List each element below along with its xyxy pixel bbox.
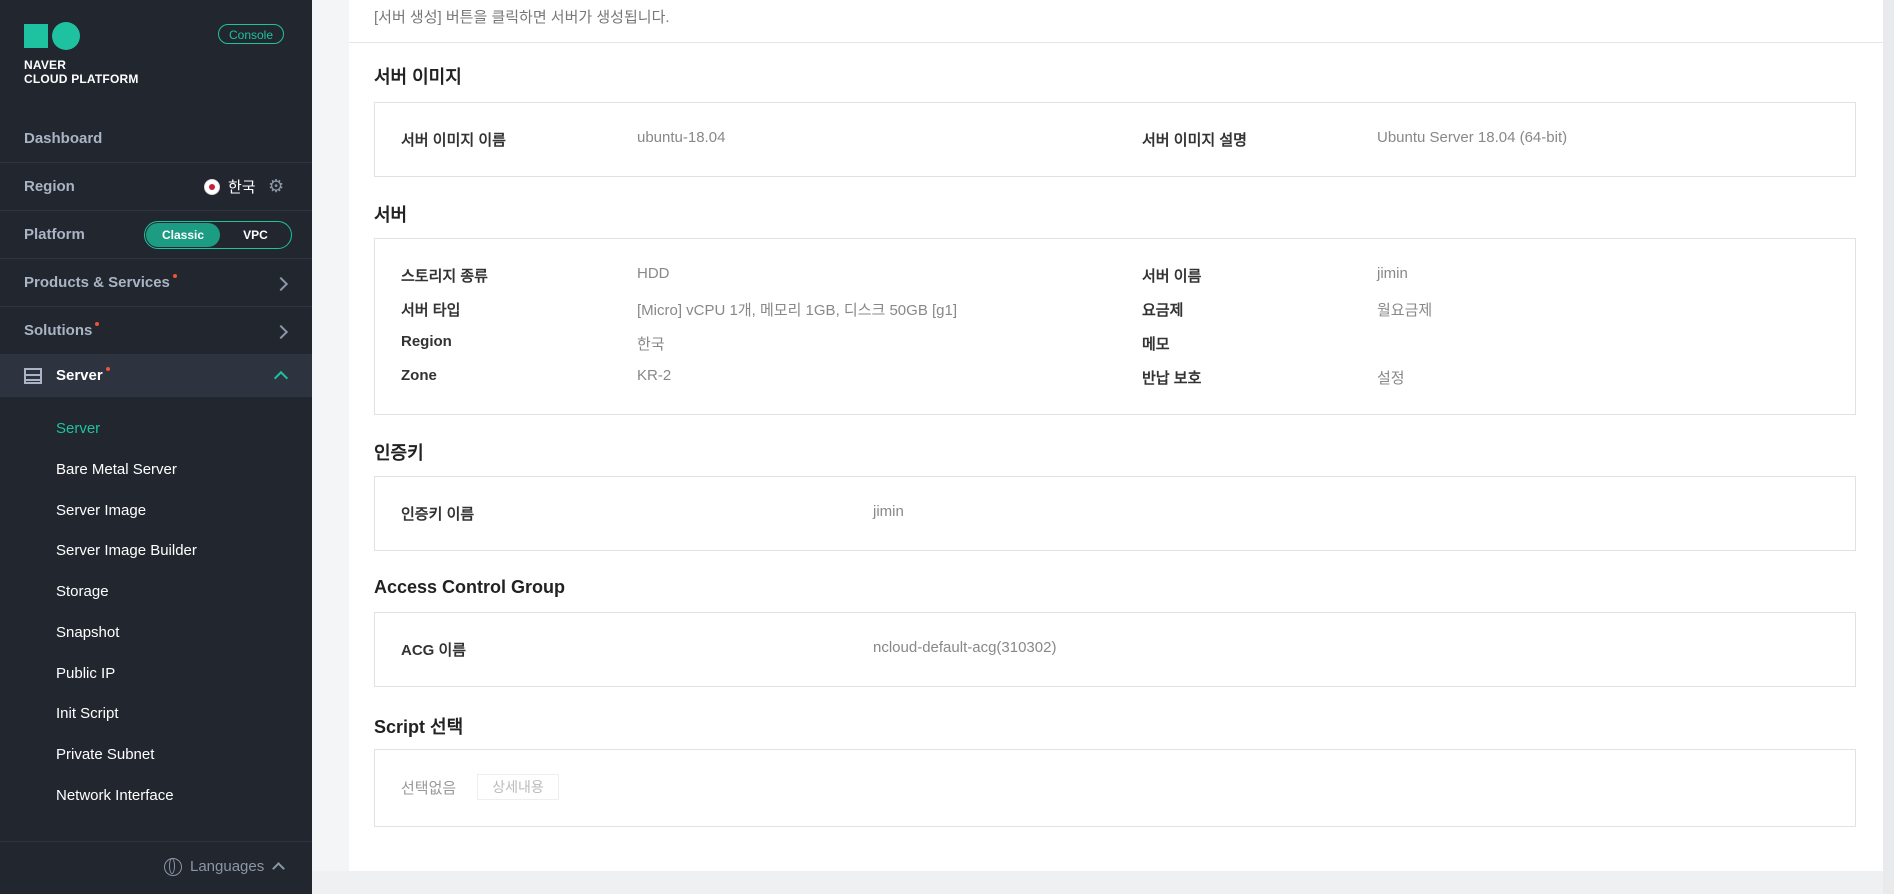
storage-type-value: HDD <box>637 265 670 282</box>
server-type-label: 서버 타입 <box>401 302 461 319</box>
sidebar-item-server[interactable]: Server <box>0 355 312 397</box>
gear-icon[interactable]: ⚙ <box>268 176 284 197</box>
server-image-desc-label: 서버 이미지 설명 <box>1142 132 1247 149</box>
sidebar-item-solutions[interactable]: Solutions <box>0 307 312 355</box>
chevron-up-icon <box>272 862 285 875</box>
sidebar-subitem-public-ip[interactable]: Public IP <box>56 665 115 682</box>
logo-mark <box>24 22 139 50</box>
sidebar-subitem-server[interactable]: Server <box>56 420 100 437</box>
acg-name-label: ACG 이름 <box>401 642 467 659</box>
script-box: 선택없음 상세내용 <box>374 749 1856 827</box>
platform-option-classic[interactable]: Classic <box>146 222 220 247</box>
server-group-label: Server <box>56 367 103 384</box>
auth-key-name-value: jimin <box>873 503 904 520</box>
script-selection-value: 선택없음 <box>401 780 457 797</box>
divider <box>349 42 1883 43</box>
chevron-up-icon <box>273 370 289 386</box>
sidebar: NAVER CLOUD PLATFORM Console Dashboard R… <box>0 0 312 894</box>
section-title-script: Script 선택 <box>374 717 464 737</box>
auth-key-name-label: 인증키 이름 <box>401 506 475 523</box>
sidebar-subitem-private-subnet[interactable]: Private Subnet <box>56 746 154 763</box>
region-field-label: Region <box>401 333 452 350</box>
languages-bar[interactable]: Languages <box>0 841 312 894</box>
auth-key-box: 인증키 이름 jimin <box>374 476 1856 551</box>
chevron-right-icon <box>273 276 289 292</box>
chevron-right-icon <box>273 324 289 340</box>
logo-line-2: CLOUD PLATFORM <box>24 72 139 86</box>
sidebar-subitem-bare-metal-server[interactable]: Bare Metal Server <box>56 461 177 478</box>
script-detail-button[interactable]: 상세내용 <box>477 774 559 800</box>
naver-cloud-logo[interactable]: NAVER CLOUD PLATFORM <box>24 22 139 86</box>
sidebar-subitem-server-image[interactable]: Server Image <box>56 502 146 519</box>
logo-line-1: NAVER <box>24 58 67 72</box>
region-value[interactable]: 한국 <box>228 176 256 197</box>
new-dot-icon <box>172 273 177 278</box>
sidebar-item-dashboard[interactable]: Dashboard <box>0 115 312 163</box>
sidebar-subitem-init-script[interactable]: Init Script <box>56 705 119 722</box>
server-image-name-value: ubuntu-18.04 <box>637 129 726 146</box>
plan-label: 요금제 <box>1142 302 1184 319</box>
platform-label: Platform <box>24 226 85 243</box>
server-image-desc-value: Ubuntu Server 18.04 (64-bit) <box>1377 129 1568 146</box>
platform-toggle[interactable]: Classic VPC <box>144 220 292 249</box>
globe-icon <box>164 858 182 876</box>
acg-name-value: ncloud-default-acg(310302) <box>873 639 1057 656</box>
platform-option-vpc[interactable]: VPC <box>220 228 291 242</box>
acg-box: ACG 이름 ncloud-default-acg(310302) <box>374 612 1856 687</box>
sidebar-item-region: Region 한국 ⚙ <box>0 163 312 211</box>
termination-protection-label: 반납 보호 <box>1142 370 1202 387</box>
page-scrollbar[interactable] <box>1883 0 1894 894</box>
region-label: Region <box>24 178 75 195</box>
memo-label: 메모 <box>1142 336 1170 353</box>
server-type-value: [Micro] vCPU 1개, 메모리 1GB, 디스크 50GB [g1] <box>637 302 958 319</box>
section-title-auth-key: 인증키 <box>374 443 424 463</box>
korea-flag-icon <box>204 178 220 195</box>
server-image-box: 서버 이미지 이름 ubuntu-18.04 서버 이미지 설명 Ubuntu … <box>374 102 1856 177</box>
section-title-acg: Access Control Group <box>374 577 566 597</box>
main-content: [서버 생성] 버튼을 클릭하면 서버가 생성됩니다. 서버 이미지 서버 이미… <box>349 0 1883 871</box>
zone-label: Zone <box>401 367 437 384</box>
dashboard-label: Dashboard <box>24 130 103 147</box>
new-dot-icon <box>105 366 110 371</box>
storage-type-label: 스토리지 종류 <box>401 268 488 285</box>
new-dot-icon <box>95 321 100 326</box>
server-name-label: 서버 이름 <box>1142 268 1202 285</box>
server-icon <box>24 367 42 384</box>
section-title-server: 서버 <box>374 205 408 225</box>
region-field-value: 한국 <box>637 336 665 353</box>
console-badge[interactable]: Console <box>218 24 284 44</box>
sidebar-item-platform: Platform Classic VPC <box>0 211 312 259</box>
products-label: Products & Services <box>24 274 170 291</box>
server-image-name-label: 서버 이미지 이름 <box>401 132 506 149</box>
server-name-value: jimin <box>1377 265 1408 282</box>
page-bottom-area <box>312 871 1883 894</box>
section-title-server-image: 서버 이미지 <box>374 67 462 87</box>
sidebar-item-products[interactable]: Products & Services <box>0 259 312 307</box>
server-box: 스토리지 종류 HDD 서버 이름 jimin 서버 타입 [Micro] vC… <box>374 238 1856 415</box>
plan-value: 월요금제 <box>1377 302 1433 319</box>
solutions-label: Solutions <box>24 322 93 339</box>
sidebar-subitem-snapshot[interactable]: Snapshot <box>56 624 119 641</box>
termination-protection-value: 설정 <box>1377 370 1405 387</box>
sidebar-subitem-network-interface[interactable]: Network Interface <box>56 787 174 804</box>
languages-label: Languages <box>190 858 265 875</box>
create-hint-text: [서버 생성] 버튼을 클릭하면 서버가 생성됩니다. <box>374 9 670 26</box>
zone-value: KR-2 <box>637 367 672 384</box>
sidebar-subitem-storage[interactable]: Storage <box>56 583 109 600</box>
sidebar-subitem-server-image-builder[interactable]: Server Image Builder <box>56 542 197 559</box>
